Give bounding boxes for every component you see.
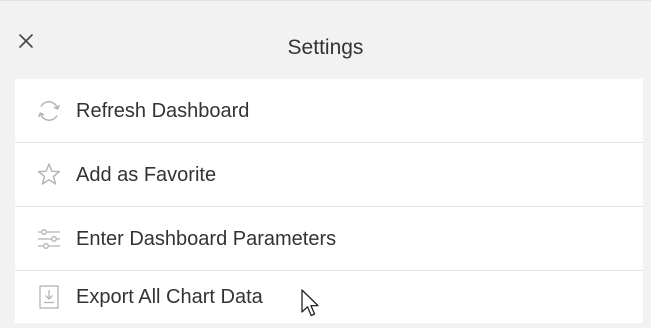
menu-item-refresh-dashboard[interactable]: Refresh Dashboard bbox=[15, 79, 643, 143]
menu-item-label: Add as Favorite bbox=[76, 163, 217, 186]
menu-item-dashboard-parameters[interactable]: Enter Dashboard Parameters bbox=[15, 207, 643, 271]
menu-item-label: Enter Dashboard Parameters bbox=[76, 227, 337, 250]
menu-item-label: Export All Chart Data bbox=[76, 286, 263, 308]
star-icon bbox=[34, 160, 64, 190]
settings-menu: Refresh Dashboard Add as Favorite Enter … bbox=[15, 79, 643, 323]
menu-item-label: Refresh Dashboard bbox=[76, 99, 250, 122]
menu-item-add-favorite[interactable]: Add as Favorite bbox=[15, 143, 643, 207]
page-title: Settings bbox=[287, 36, 364, 59]
download-icon bbox=[34, 282, 64, 312]
settings-panel: Settings Refresh Dashboard Add as Favori… bbox=[0, 0, 651, 328]
refresh-icon bbox=[34, 96, 64, 126]
sliders-icon bbox=[34, 224, 64, 254]
menu-item-export-chart-data[interactable]: Export All Chart Data bbox=[15, 271, 643, 323]
settings-header: Settings bbox=[0, 1, 651, 71]
